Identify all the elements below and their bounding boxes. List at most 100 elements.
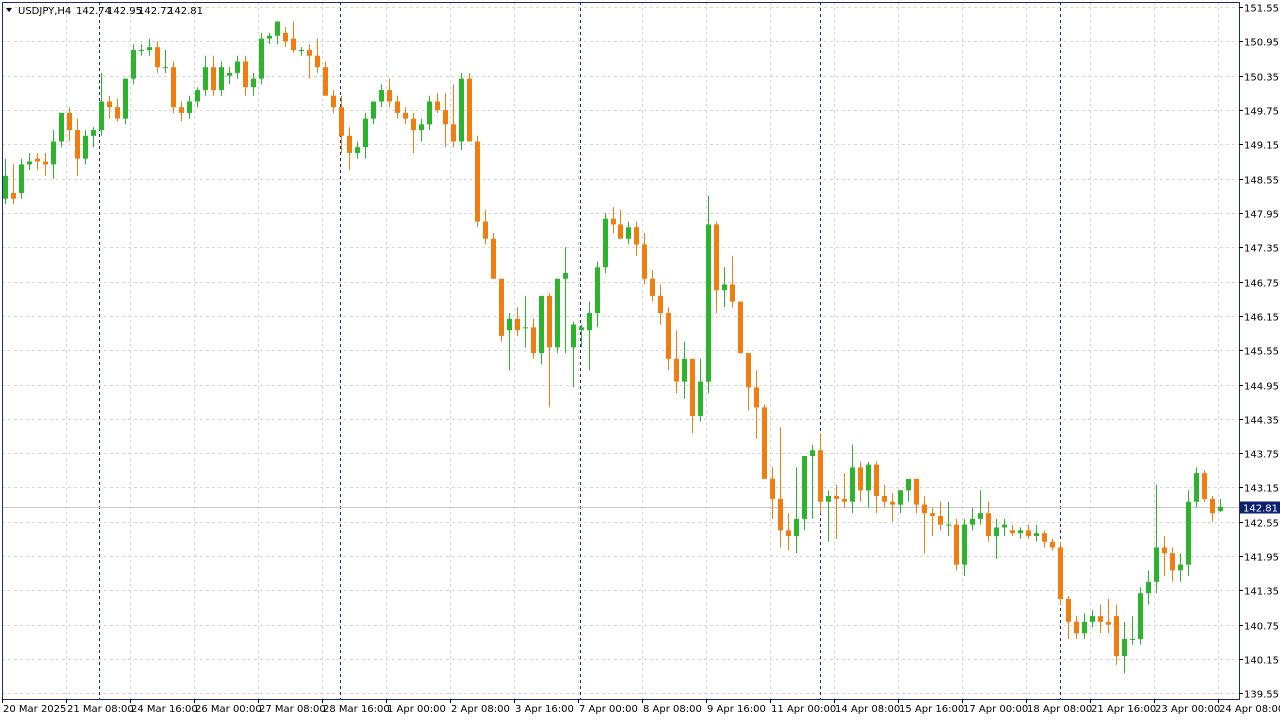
open-value: 142.74 (76, 6, 111, 17)
candle-body (387, 90, 392, 101)
candle-body (666, 313, 671, 359)
candle-body (99, 101, 104, 130)
candle-body (171, 67, 176, 107)
y-tick-label: 141.95 (1244, 553, 1279, 564)
candle-body (347, 136, 352, 153)
candle-body (571, 324, 576, 347)
candle-body (355, 147, 360, 153)
candle-body (1154, 547, 1159, 581)
candle-body (259, 39, 264, 79)
candle-body (762, 407, 767, 478)
candle-body (379, 90, 384, 101)
candle-body (395, 101, 400, 112)
y-tick-label: 150.35 (1244, 73, 1279, 84)
candle-body (970, 519, 975, 525)
candle-body (682, 359, 687, 382)
candle-body (35, 159, 40, 162)
candle-body (778, 499, 783, 530)
candle-body (634, 227, 639, 244)
candle-body (323, 67, 328, 96)
x-tick-label: 1 Apr 00:00 (387, 704, 446, 715)
candle-body (131, 50, 136, 79)
price-axis[interactable]: 151.55150.95150.35149.75149.15148.55147.… (1239, 4, 1280, 701)
candle-body (1098, 616, 1103, 622)
candle-body (746, 353, 751, 387)
close-value: 142.81 (168, 6, 203, 17)
candle (475, 136, 480, 227)
candle-body (235, 61, 240, 72)
candlestick-chart[interactable]: 151.55150.95150.35149.75149.15148.55147.… (0, 0, 1280, 720)
candle-body (363, 119, 368, 148)
candle-body (115, 107, 120, 118)
candle-body (770, 479, 775, 499)
candle-body (243, 61, 248, 87)
candle-body (451, 124, 456, 141)
y-tick-label: 143.75 (1244, 450, 1279, 461)
candle-body (954, 525, 959, 565)
candle-body (491, 239, 496, 279)
candle-body (563, 273, 568, 279)
x-tick-label: 7 Apr 00:00 (579, 704, 638, 715)
candle (555, 279, 560, 353)
candle-body (858, 467, 863, 490)
candle-body (123, 79, 128, 119)
high-value: 142.95 (107, 6, 142, 17)
candle-body (203, 67, 208, 90)
candle-body (690, 359, 695, 416)
y-tick-label: 144.35 (1244, 416, 1279, 427)
candle-body (1082, 622, 1087, 633)
candle (1202, 470, 1207, 501)
candle (459, 73, 464, 150)
candle-body (906, 479, 911, 490)
candle-body (826, 496, 831, 502)
candle-body (1066, 599, 1071, 622)
x-tick-label: 20 Mar 2025 (3, 704, 66, 715)
candle-body (515, 319, 520, 330)
candle-body (467, 79, 472, 142)
x-tick-label: 23 Apr 00:00 (1155, 704, 1220, 715)
y-tick-label: 151.55 (1244, 4, 1279, 15)
candle-body (595, 267, 600, 313)
candle-body (1122, 639, 1127, 656)
candle-body (898, 490, 903, 504)
candle (603, 213, 608, 273)
x-tick-label: 27 Mar 08:00 (259, 704, 326, 715)
y-tick-label: 143.15 (1244, 484, 1279, 495)
candle-body (603, 219, 608, 268)
candle-body (1074, 622, 1079, 633)
candle-body (435, 101, 440, 110)
candle-body (1050, 542, 1055, 548)
x-tick-label: 18 Apr 08:00 (1027, 704, 1092, 715)
candle-body (1034, 533, 1039, 536)
candle (762, 405, 767, 479)
x-tick-label: 3 Apr 16:00 (515, 704, 574, 715)
y-tick-label: 146.75 (1244, 279, 1279, 290)
x-tick-label: 2 Apr 08:00 (451, 704, 510, 715)
candle-body (842, 499, 847, 502)
candle-body (163, 67, 168, 68)
candle-body (611, 219, 616, 225)
candle (1194, 467, 1199, 507)
x-tick-label: 24 Mar 16:00 (131, 704, 198, 715)
y-tick-label: 147.95 (1244, 210, 1279, 221)
candle-body (1202, 473, 1207, 499)
candle (706, 196, 711, 393)
candle-body (19, 164, 24, 193)
candle (491, 233, 496, 279)
candle-body (51, 142, 56, 165)
symbol-info: USDJPY,H4 142.74 142.95 142.72 142.81 (6, 6, 203, 17)
candle-body (43, 162, 48, 165)
x-tick-label: 11 Apr 00:00 (771, 704, 836, 715)
candle-body (227, 73, 232, 76)
candle-body (3, 176, 8, 199)
candle-body (83, 136, 88, 159)
chart-window[interactable]: 151.55150.95150.35149.75149.15148.55147.… (0, 0, 1280, 720)
candle-body (291, 39, 296, 50)
candle-body (738, 302, 743, 353)
y-tick-label: 150.95 (1244, 38, 1279, 49)
candle-body (730, 284, 735, 301)
candle-body (978, 513, 983, 519)
candle-body (331, 96, 336, 107)
candle-body (483, 222, 488, 239)
candle-body (75, 130, 80, 159)
